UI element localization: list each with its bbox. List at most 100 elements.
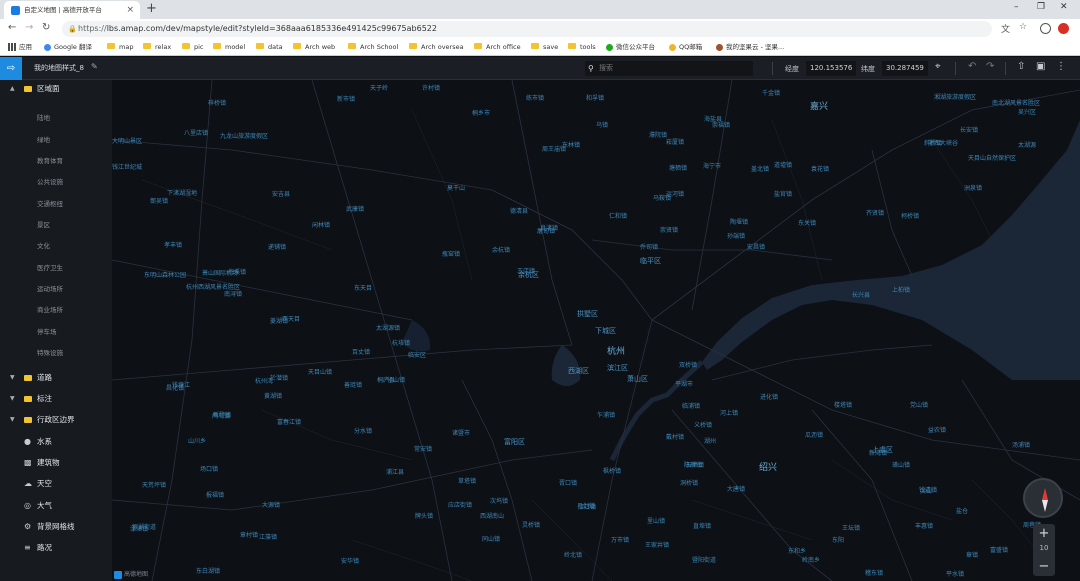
map-search-input[interactable]: ⚲ 搜索	[585, 61, 753, 76]
bookmark-arch-oversea[interactable]: Arch oversea	[409, 42, 464, 52]
sub-item-scenic[interactable]: 景区	[37, 219, 50, 229]
tab-close-icon[interactable]: ×	[126, 1, 134, 19]
zoom-in-button[interactable]: +	[1033, 526, 1055, 542]
sub-item-special[interactable]: 特殊设施	[37, 347, 63, 357]
folder-icon	[182, 43, 190, 49]
sidebar-toggle-icon[interactable]: ⇨	[0, 57, 22, 80]
bookmark-arch-office[interactable]: Arch office	[474, 42, 521, 52]
bookmark-model[interactable]: model	[213, 42, 245, 52]
place-label: 新湾镇	[869, 450, 888, 457]
sub-item-transport[interactable]: 交通枢纽	[37, 198, 63, 208]
folder-icon	[568, 43, 576, 49]
restore-icon[interactable]: ❐	[1037, 2, 1045, 12]
back-arrow-icon[interactable]: ←	[8, 22, 16, 33]
bookmark-arch-web[interactable]: Arch web	[293, 42, 335, 52]
sub-item-education[interactable]: 教育体育	[37, 155, 63, 165]
place-label: 胥口镇	[559, 480, 578, 487]
undo-icon[interactable]: ↶	[968, 61, 976, 72]
reload-icon[interactable]: ↻	[42, 22, 50, 33]
longitude-field[interactable]: 120.153576	[806, 61, 857, 76]
place-label: 周王庙镇	[542, 146, 567, 153]
bookmark-relax[interactable]: relax	[143, 42, 171, 52]
bookmark-tools[interactable]: tools	[568, 42, 596, 52]
place-label: 洞桥镇	[680, 480, 699, 487]
folder-icon	[24, 86, 32, 92]
compass-control[interactable]	[1023, 478, 1063, 518]
amap-logo: 高德地图	[114, 569, 148, 579]
place-label: 濮院镇	[649, 132, 668, 139]
place-label: 戴村镇	[666, 434, 685, 441]
place-label: 益农镇	[928, 427, 947, 434]
bookmark-apps[interactable]: 应用	[8, 42, 32, 52]
bookmark-wechat[interactable]: 微信公众平台	[606, 42, 655, 52]
sub-item-commerce[interactable]: 商业场所	[37, 304, 63, 314]
url-input[interactable]: 🔒 https://lbs.amap.com/dev/mapstyle/edit…	[62, 21, 992, 37]
group-roads[interactable]: ▼ 道路	[0, 369, 112, 387]
close-window-icon[interactable]: ✕	[1060, 2, 1068, 12]
bookmark-qqmail[interactable]: QQ邮箱	[669, 42, 702, 52]
save-icon[interactable]: ▣	[1036, 61, 1045, 72]
place-label: 杭垓镇	[392, 340, 411, 347]
place-label: 九龙山旅游度假区	[220, 133, 269, 140]
more-menu-icon[interactable]: ⋮	[1056, 61, 1066, 72]
bookmarks-bar: 应用 Google 翻译 map relax pic model data Ar…	[0, 39, 1080, 56]
bookmark-save[interactable]: save	[531, 42, 558, 52]
place-label: 杭州湾	[255, 378, 274, 385]
group-labels[interactable]: ▼ 标注	[0, 390, 112, 408]
place-label: 王坛镇	[842, 525, 861, 532]
map-canvas[interactable]: 嘉兴 杭州 绍兴 临平区 拱墅区 下城区 萧山区 余杭区 西湖区 滨江区 上虞区…	[112, 80, 1080, 581]
extension-icon[interactable]	[1058, 23, 1069, 34]
sub-item-culture[interactable]: 文化	[37, 240, 50, 250]
nutstore-icon	[716, 43, 723, 51]
place-label: 天目山镇	[308, 369, 333, 376]
bookmark-pic[interactable]: pic	[182, 42, 204, 52]
sub-item-land[interactable]: 陆地	[37, 112, 50, 122]
redo-icon[interactable]: ↷	[986, 61, 994, 72]
group-region-area[interactable]: ▲ 区域面	[0, 80, 112, 98]
place-label: 尖山	[920, 488, 933, 495]
layer-water[interactable]: ● 水系	[0, 433, 112, 451]
traffic-icon: ≡	[24, 543, 31, 552]
bookmark-data[interactable]: data	[256, 42, 283, 52]
export-icon[interactable]: ⇧	[1017, 61, 1025, 72]
place-label: 袁花镇	[811, 166, 830, 173]
bookmark-map[interactable]: map	[107, 42, 133, 52]
place-label: 长安镇	[960, 127, 979, 134]
translate-page-icon[interactable]: 文	[1001, 22, 1010, 35]
zoom-out-button[interactable]: −	[1033, 559, 1055, 575]
place-label: 暨阳街道	[692, 557, 717, 564]
bookmark-google-translate[interactable]: Google 翻译	[44, 42, 92, 52]
sub-item-public[interactable]: 公共设施	[37, 176, 63, 186]
layer-grid[interactable]: ⚙ 背景网格线	[0, 518, 112, 536]
place-label: 新市镇	[337, 96, 356, 103]
rename-pencil-icon[interactable]: ✎	[91, 62, 98, 71]
sub-item-medical[interactable]: 医疗卫生	[37, 262, 63, 272]
sub-item-green[interactable]: 绿地	[37, 134, 50, 144]
layer-traffic[interactable]: ≡ 路况	[0, 539, 112, 557]
bookmark-nutstore[interactable]: 我的坚果云 - 坚果...	[716, 42, 784, 52]
sub-item-parking[interactable]: 停车场	[37, 326, 57, 336]
latitude-label: 纬度	[861, 65, 875, 73]
bookmark-arch-school[interactable]: Arch School	[348, 42, 398, 52]
place-label: 萧山国际机场	[202, 270, 239, 277]
browser-tab[interactable]: 自定义地图 | 高德开放平台 ×	[4, 1, 140, 19]
layer-sky[interactable]: ☁ 天空	[0, 475, 112, 493]
place-label: 盐官镇	[774, 191, 793, 198]
layer-atmosphere[interactable]: ◎ 大气	[0, 497, 112, 515]
atmosphere-icon: ◎	[24, 501, 31, 510]
layer-buildings[interactable]: ▩ 建筑物	[0, 454, 112, 472]
place-label: 报福镇	[206, 492, 225, 499]
divider	[772, 62, 773, 75]
new-tab-button[interactable]: +	[146, 1, 157, 17]
place-label: 和孚镇	[586, 95, 605, 102]
bookmark-star-icon[interactable]: ☆	[1019, 22, 1027, 32]
sub-item-sports[interactable]: 运动场所	[37, 283, 63, 293]
latitude-field[interactable]: 30.287459	[882, 61, 928, 76]
group-admin-boundary[interactable]: ▼ 行政区边界	[0, 411, 112, 429]
profile-avatar-icon[interactable]	[1040, 23, 1051, 34]
place-label: 鄣吴镇	[150, 198, 169, 205]
minimize-icon[interactable]: –	[1014, 2, 1019, 12]
locate-crosshair-icon[interactable]: ⌖	[935, 61, 941, 72]
forward-arrow-icon[interactable]: →	[25, 22, 33, 33]
place-label: 崧厦镇	[666, 139, 685, 146]
